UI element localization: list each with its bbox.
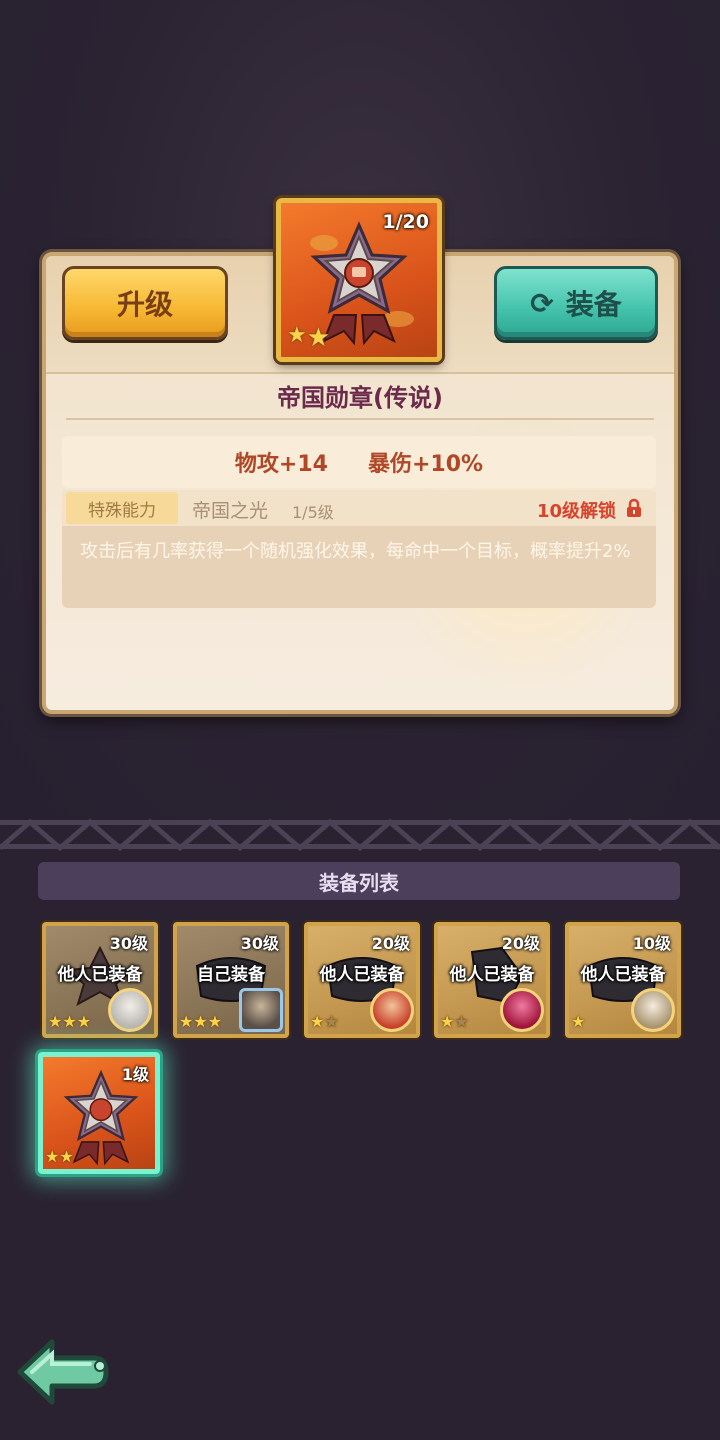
slot-status: 自己装备 [197, 965, 265, 985]
special-ability-row: 特殊能力 帝国之光 1/5级 10级解锁 [62, 490, 656, 526]
star-icon: ★ [76, 1012, 92, 1031]
slot-stars: ★ ★ [45, 1149, 74, 1165]
truss-divider [0, 818, 720, 852]
lock-icon [627, 498, 641, 517]
unlock-requirement: 10级解锁 [536, 501, 616, 522]
stat-crit-damage: 暴伤+10% [367, 452, 484, 477]
star-icon: ★ [287, 323, 307, 348]
item-name: 帝国勋章(传说) [277, 384, 443, 412]
equipment-slot[interactable]: 30级 他人已装备 ★ ★ ★ [42, 922, 158, 1038]
equip-button[interactable]: ⟳ 装备 [494, 266, 658, 340]
star-icon: ★ [207, 1012, 223, 1031]
hero-avatar [370, 988, 414, 1032]
stats-box: 物攻+14 暴伤+10% [62, 436, 656, 488]
slot-stars: ★ ★ ★ [179, 1014, 222, 1030]
stat-attack: 物攻+14 [234, 452, 328, 477]
slot-level: 20级 [371, 934, 410, 953]
slot-level: 30级 [240, 934, 279, 953]
hero-avatar [108, 988, 152, 1032]
equipment-slot-selected[interactable]: 1级 ★ ★ [38, 1052, 160, 1174]
equipment-list-title: 装备列表 [319, 870, 399, 895]
hero-avatar [239, 988, 283, 1032]
back-arrow-icon[interactable] [14, 1334, 114, 1410]
upgrade-button-label: 升级 [116, 288, 173, 321]
star-icon: ★ [48, 1012, 63, 1031]
star-icon: ★ [193, 1012, 208, 1031]
slot-status: 他人已装备 [449, 965, 535, 985]
equipment-slot[interactable]: 20级 他人已装备 ★ ★ [434, 922, 550, 1038]
slot-stars: ★ ★ [440, 1014, 469, 1030]
slot-status: 他人已装备 [319, 965, 405, 985]
ability-name: 帝国之光 [192, 500, 269, 522]
equip-button-label: 装备 [565, 288, 622, 321]
slot-stars: ★ [571, 1014, 585, 1030]
star-icon: ★ [440, 1012, 455, 1031]
ability-tag: 特殊能力 [66, 492, 178, 524]
equipment-list-header: 装备列表 [38, 862, 680, 900]
main-item-icon: 1/20 ★ ★ [276, 198, 442, 362]
equipment-slot[interactable]: 30级 自己装备 ★ ★ ★ [173, 922, 289, 1038]
star-icon: ★ [45, 1147, 60, 1166]
equipment-slot[interactable]: 10级 他人已装备 ★ [565, 922, 681, 1038]
star-icon: ★ [59, 1147, 74, 1166]
slot-stars: ★ ★ [310, 1014, 339, 1030]
slot-stars: ★ ★ ★ [48, 1014, 91, 1030]
ability-level: 1/5级 [292, 503, 334, 522]
slot-level: 1级 [121, 1065, 149, 1084]
equipment-slot[interactable]: 20级 他人已装备 ★ ★ [304, 922, 420, 1038]
upgrade-button[interactable]: 升级 [62, 266, 228, 340]
star-icon: ★ [454, 1012, 469, 1031]
item-stars: ★ ★ [287, 323, 331, 353]
slot-level: 10级 [632, 934, 671, 953]
star-icon: ★ [306, 323, 331, 353]
item-count: 1/20 [382, 211, 429, 233]
hero-avatar [631, 988, 675, 1032]
divider [66, 418, 654, 420]
slot-status: 他人已装备 [580, 965, 666, 985]
slot-level: 20级 [501, 934, 540, 953]
star-icon: ★ [62, 1012, 77, 1031]
star-icon: ★ [571, 1012, 586, 1031]
slot-level: 30级 [109, 934, 148, 953]
hero-avatar [500, 988, 544, 1032]
slot-status: 他人已装备 [57, 965, 143, 985]
star-icon: ★ [179, 1012, 194, 1031]
star-icon: ★ [310, 1012, 325, 1031]
star-icon: ★ [324, 1012, 339, 1031]
refresh-icon: ⟳ [530, 286, 554, 320]
ability-description: 攻击后有几率获得一个随机强化效果，每命中一个目标，概率提升2% [62, 526, 656, 608]
